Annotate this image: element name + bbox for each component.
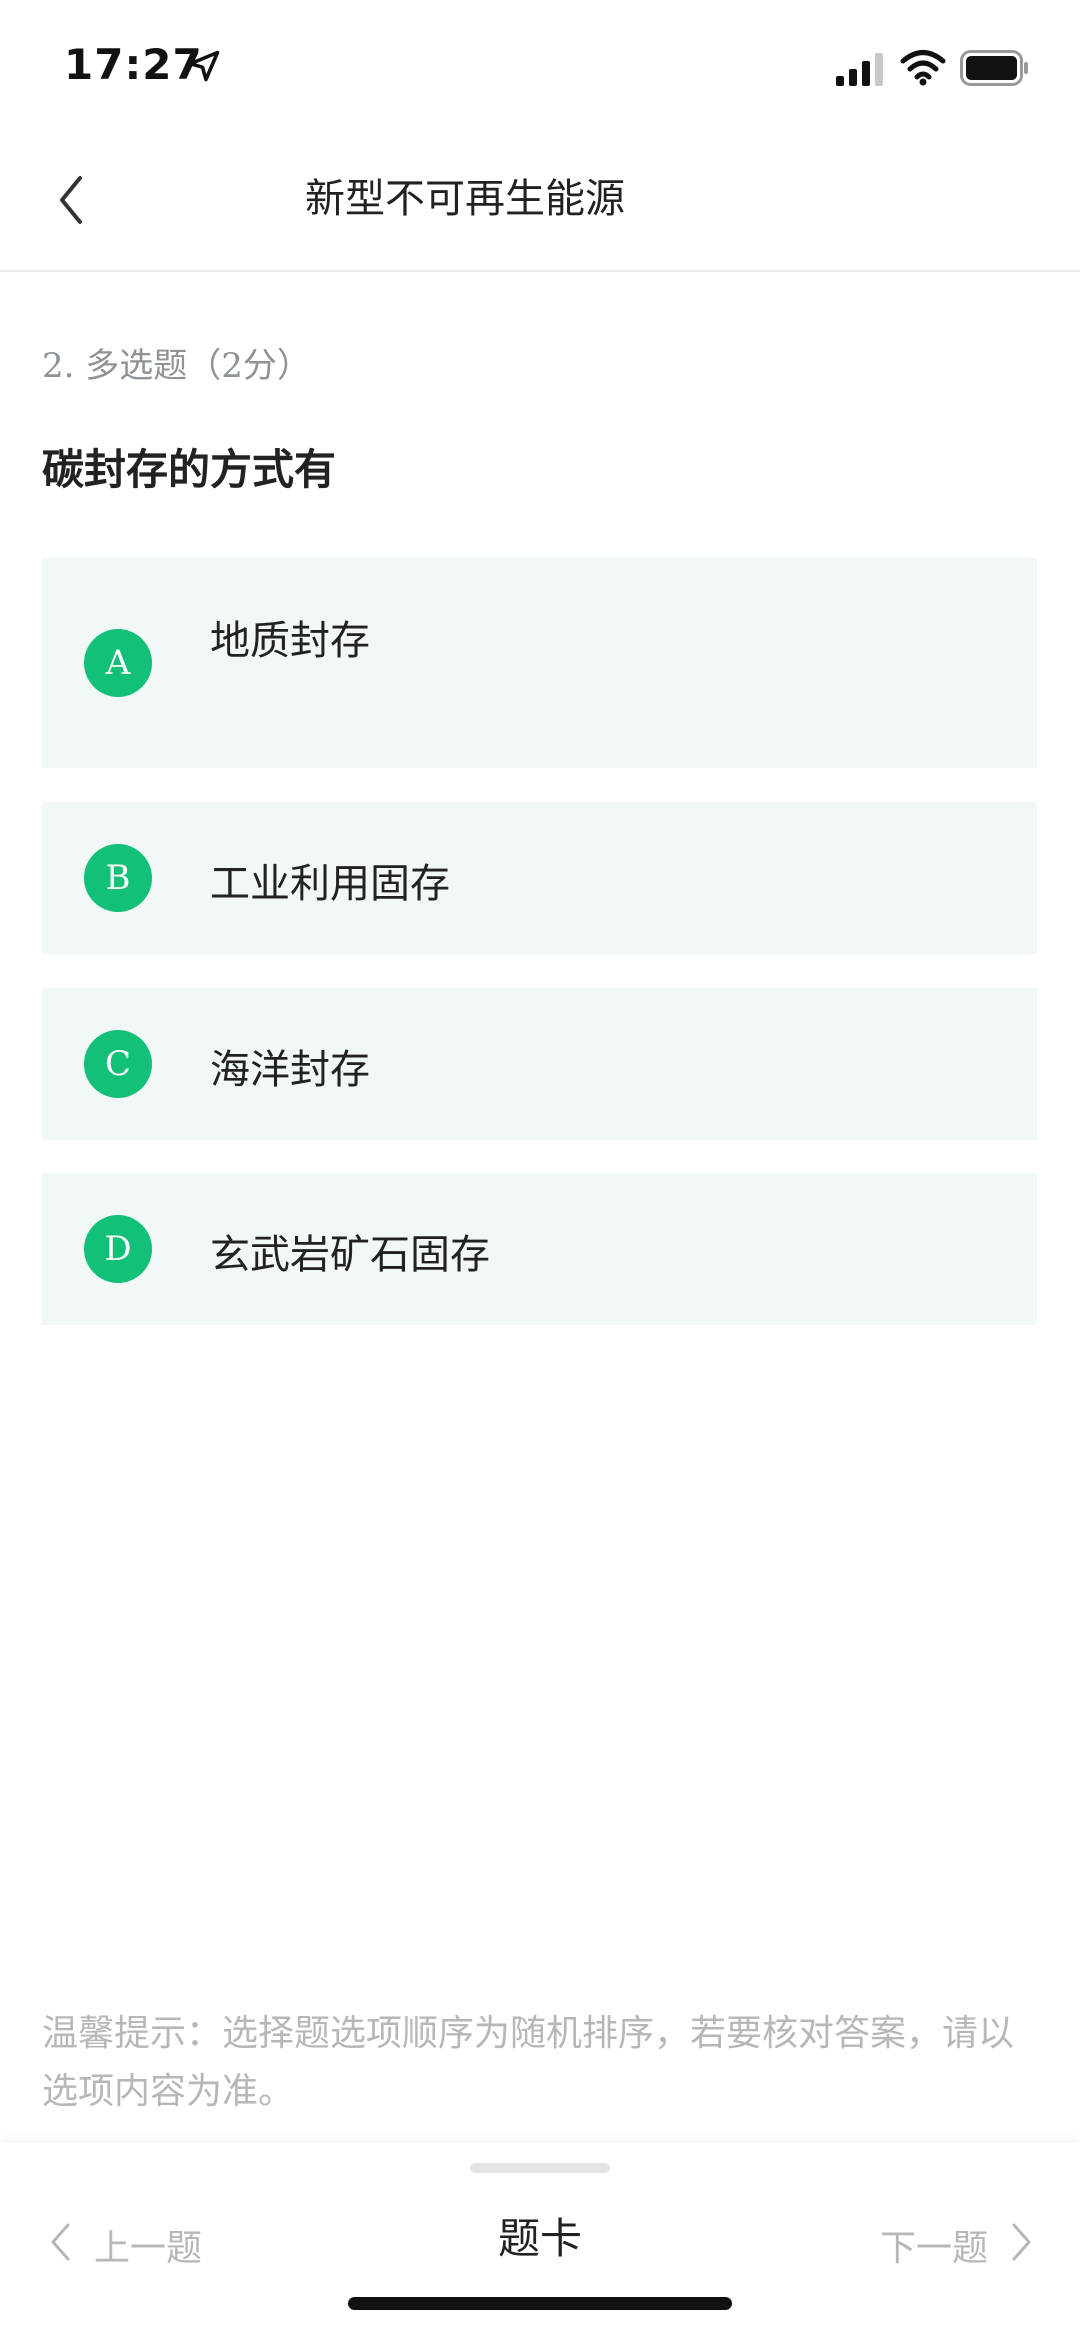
back-chevron-icon[interactable]: [50, 170, 94, 230]
drag-handle[interactable]: [470, 2163, 610, 2173]
home-indicator[interactable]: [348, 2297, 732, 2310]
option-letter-badge: D: [84, 1215, 152, 1283]
option-letter-badge: A: [84, 629, 152, 697]
wifi-icon: [900, 50, 946, 86]
battery-icon: [960, 50, 1028, 86]
status-bar: 17:27: [0, 0, 1080, 130]
nav-bar: 新型不可再生能源: [0, 130, 1080, 272]
option-d[interactable]: D 玄武岩矿石固存: [42, 1173, 1037, 1325]
location-arrow-icon: [188, 50, 220, 82]
next-question-label: 下一题: [880, 2228, 989, 2269]
option-text: 工业利用固存: [210, 861, 450, 907]
option-text: 地质封存: [210, 618, 370, 664]
question-meta: 2. 多选题（2分）: [42, 346, 311, 386]
option-letter-badge: B: [84, 844, 152, 912]
question-title: 碳封存的方式有: [42, 445, 337, 494]
chevron-left-icon: [51, 2223, 70, 2261]
option-a[interactable]: A 地质封存: [42, 558, 1037, 768]
prev-question-label: 上一题: [94, 2228, 203, 2269]
chevron-right-icon: [1012, 2223, 1031, 2261]
signal-icon: [836, 53, 883, 86]
page-title: 新型不可再生能源: [305, 176, 625, 222]
next-question-button[interactable]: 下一题: [880, 2211, 1040, 2271]
question-card-button[interactable]: 题卡: [440, 2205, 640, 2266]
status-time: 17:27: [64, 40, 203, 89]
option-letter-badge: C: [84, 1030, 152, 1098]
option-c[interactable]: C 海洋封存: [42, 988, 1037, 1140]
hint-text: 温馨提示：选择题选项顺序为随机排序，若要核对答案，请以选项内容为准。: [42, 2013, 1015, 2112]
option-b[interactable]: B 工业利用固存: [42, 802, 1037, 954]
option-text: 海洋封存: [210, 1047, 370, 1093]
option-text: 玄武岩矿石固存: [210, 1232, 490, 1278]
